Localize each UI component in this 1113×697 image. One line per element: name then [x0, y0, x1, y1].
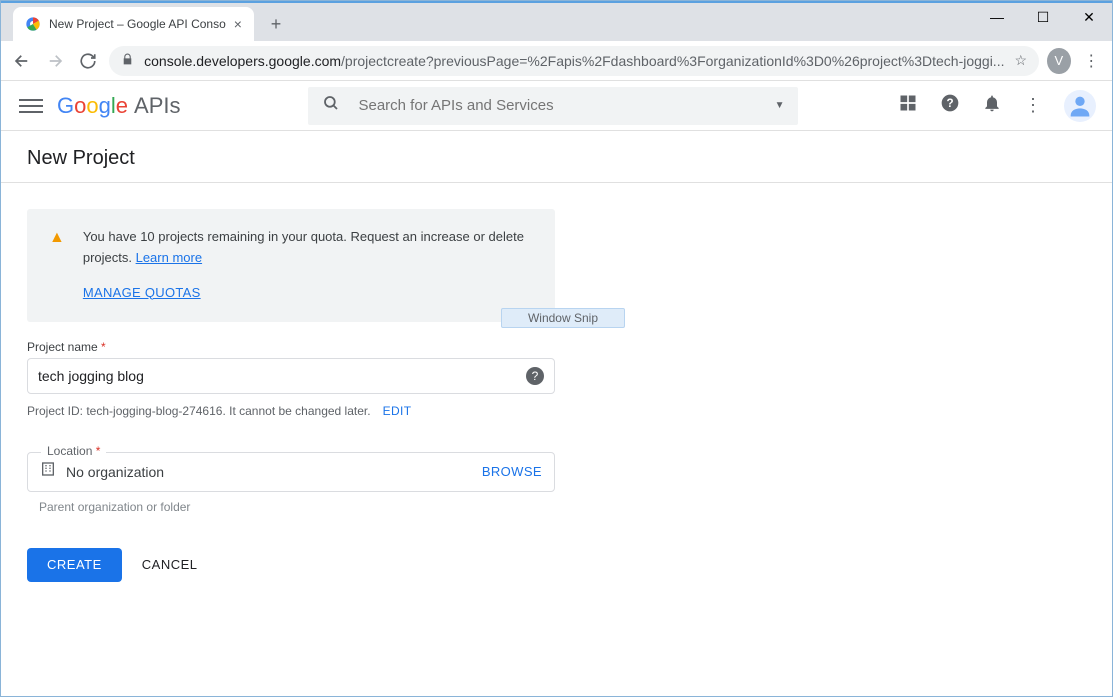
manage-quotas-link[interactable]: MANAGE QUOTAS — [83, 285, 201, 300]
reload-button[interactable] — [76, 47, 101, 75]
svg-text:?: ? — [946, 97, 953, 110]
close-tab-icon[interactable]: × — [234, 16, 242, 32]
account-avatar[interactable] — [1064, 90, 1096, 122]
edit-project-id-link[interactable]: EDIT — [383, 404, 412, 418]
location-value: No organization — [66, 464, 482, 480]
location-hint: Parent organization or folder — [27, 500, 555, 514]
search-dropdown-icon[interactable]: ▼ — [775, 100, 785, 111]
lock-icon — [121, 53, 134, 69]
profile-avatar[interactable]: V — [1047, 48, 1071, 74]
project-name-input[interactable] — [38, 368, 526, 384]
help-icon[interactable]: ? — [940, 93, 960, 118]
minimize-button[interactable]: — — [974, 1, 1020, 33]
browser-menu-button[interactable]: ⋮ — [1079, 51, 1104, 71]
help-icon[interactable]: ? — [526, 367, 544, 385]
location-label: Location * — [41, 444, 106, 458]
warning-icon: ▲ — [49, 229, 65, 302]
more-icon[interactable]: ⋮ — [1024, 95, 1042, 116]
location-input-wrap: No organization BROWSE — [27, 452, 555, 492]
google-favicon-icon — [25, 16, 41, 32]
bookmark-star-icon[interactable]: ☆ — [1014, 52, 1027, 69]
forward-button[interactable] — [42, 47, 67, 75]
organization-icon — [40, 461, 56, 482]
project-name-label: Project name * — [27, 340, 555, 354]
url-text: console.developers.google.com/projectcre… — [144, 53, 1004, 69]
project-id-text: Project ID: tech-jogging-blog-274616. It… — [27, 404, 371, 418]
search-input[interactable] — [358, 97, 774, 114]
new-tab-button[interactable]: + — [262, 10, 290, 38]
project-name-input-wrap: ? — [27, 358, 555, 394]
google-apis-logo[interactable]: Google APIs — [57, 93, 180, 119]
page-title: New Project — [1, 131, 1112, 182]
browse-button[interactable]: BROWSE — [482, 464, 542, 479]
browser-toolbar: console.developers.google.com/projectcre… — [1, 41, 1112, 81]
app-header: Google APIs ▼ ? ⋮ — [1, 81, 1112, 131]
quota-notice: ▲ You have 10 projects remaining in your… — [27, 209, 555, 322]
close-window-button[interactable]: ✕ — [1066, 1, 1112, 33]
quota-text: You have 10 projects remaining in your q… — [83, 227, 533, 269]
back-button[interactable] — [9, 47, 34, 75]
notifications-icon[interactable] — [982, 93, 1002, 118]
learn-more-link[interactable]: Learn more — [136, 250, 202, 265]
gift-icon[interactable] — [898, 93, 918, 118]
main-content: ▲ You have 10 projects remaining in your… — [1, 183, 581, 608]
address-bar[interactable]: console.developers.google.com/projectcre… — [109, 46, 1039, 76]
menu-button[interactable] — [19, 94, 43, 118]
browser-titlebar: New Project – Google API Conso × + — ☐ ✕ — [1, 1, 1112, 41]
tab-title: New Project – Google API Conso — [49, 17, 226, 31]
maximize-button[interactable]: ☐ — [1020, 1, 1066, 33]
search-box[interactable]: ▼ — [308, 87, 798, 125]
snip-overlay: Window Snip — [501, 308, 625, 328]
cancel-button[interactable]: CANCEL — [142, 557, 198, 572]
create-button[interactable]: CREATE — [27, 548, 122, 582]
search-icon — [322, 94, 340, 117]
browser-tab[interactable]: New Project – Google API Conso × — [13, 7, 254, 41]
